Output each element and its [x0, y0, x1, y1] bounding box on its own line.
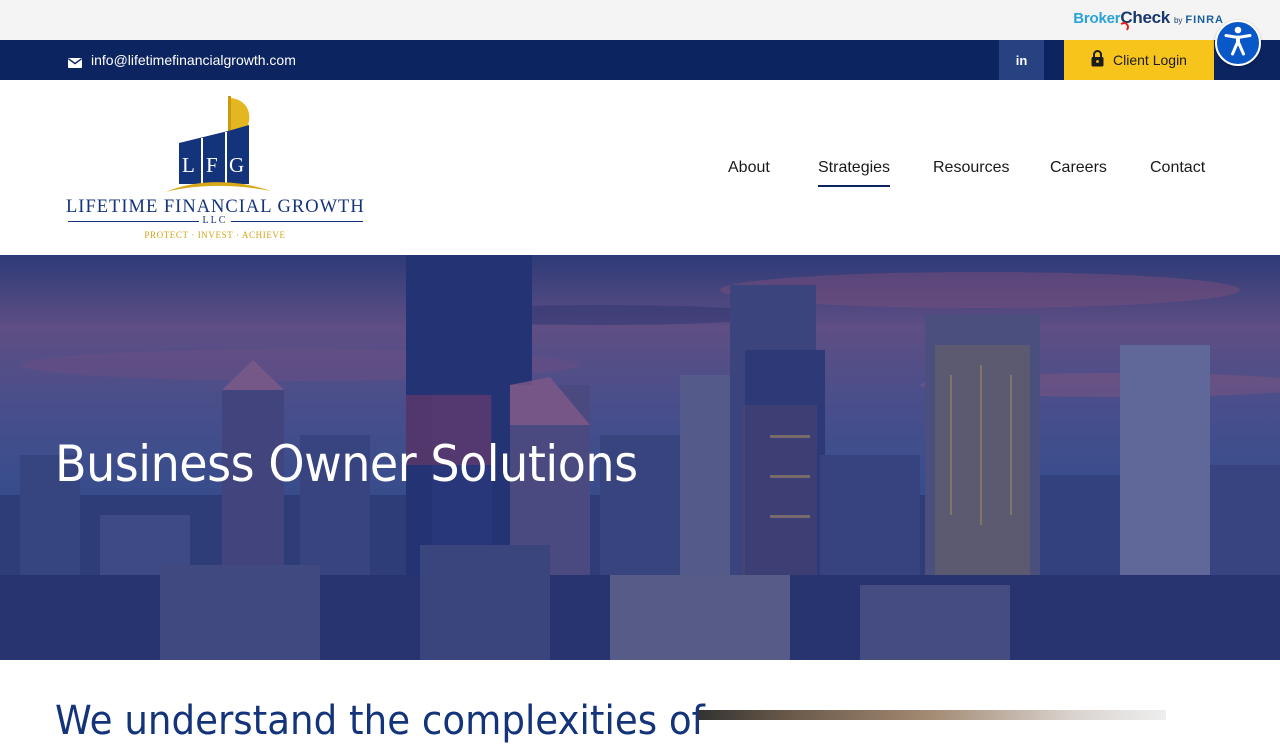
nav-item-resources[interactable]: Resources: [933, 159, 1009, 177]
lock-icon: [1091, 50, 1104, 70]
accessibility-button[interactable]: [1215, 20, 1261, 66]
hero-banner: Business Owner Solutions: [0, 255, 1280, 660]
brokercheck-strip: Broker Check by FINRA: [0, 0, 1280, 40]
email-link[interactable]: info@lifetimefinancialgrowth.com: [68, 40, 296, 80]
client-login-label: Client Login: [1113, 52, 1187, 68]
brokercheck-broker-text: Broker: [1073, 10, 1121, 27]
accessibility-person-icon: [1224, 26, 1252, 61]
nav-item-about[interactable]: About: [728, 159, 770, 177]
nav-item-contact[interactable]: Contact: [1150, 159, 1205, 177]
intro-photo: [698, 710, 1166, 720]
nav-item-careers[interactable]: Careers: [1050, 159, 1107, 177]
email-address: info@lifetimefinancialgrowth.com: [91, 52, 296, 68]
brokercheck-finra-text: FINRA: [1185, 14, 1224, 26]
logo-llc: LLC: [66, 215, 364, 226]
nav-item-strategies[interactable]: Strategies: [818, 159, 891, 187]
logo-tagline: PROTECT · INVEST · ACHIEVE: [144, 230, 286, 240]
logo-llc-text: LLC: [198, 215, 232, 226]
brokercheck-by-text: by: [1173, 16, 1183, 25]
contact-bar: info@lifetimefinancialgrowth.com in Clie…: [0, 40, 1280, 80]
intro-heading: We understand the complexities of: [55, 698, 705, 744]
linkedin-icon: in: [1015, 52, 1028, 68]
main-nav: About Strategies Resources Careers Conta…: [0, 159, 1280, 189]
site-header: L F G LIFETIME FINANCIAL GROWTH LLC PROT…: [0, 80, 1280, 255]
brokercheck-check-text: Check: [1119, 8, 1170, 32]
envelope-icon: [68, 55, 82, 68]
client-login-button[interactable]: Client Login: [1064, 40, 1214, 80]
hero-title: Business Owner Solutions: [55, 435, 638, 493]
brokercheck-badge[interactable]: Broker Check by FINRA: [1073, 8, 1224, 32]
linkedin-button[interactable]: in: [999, 40, 1044, 80]
